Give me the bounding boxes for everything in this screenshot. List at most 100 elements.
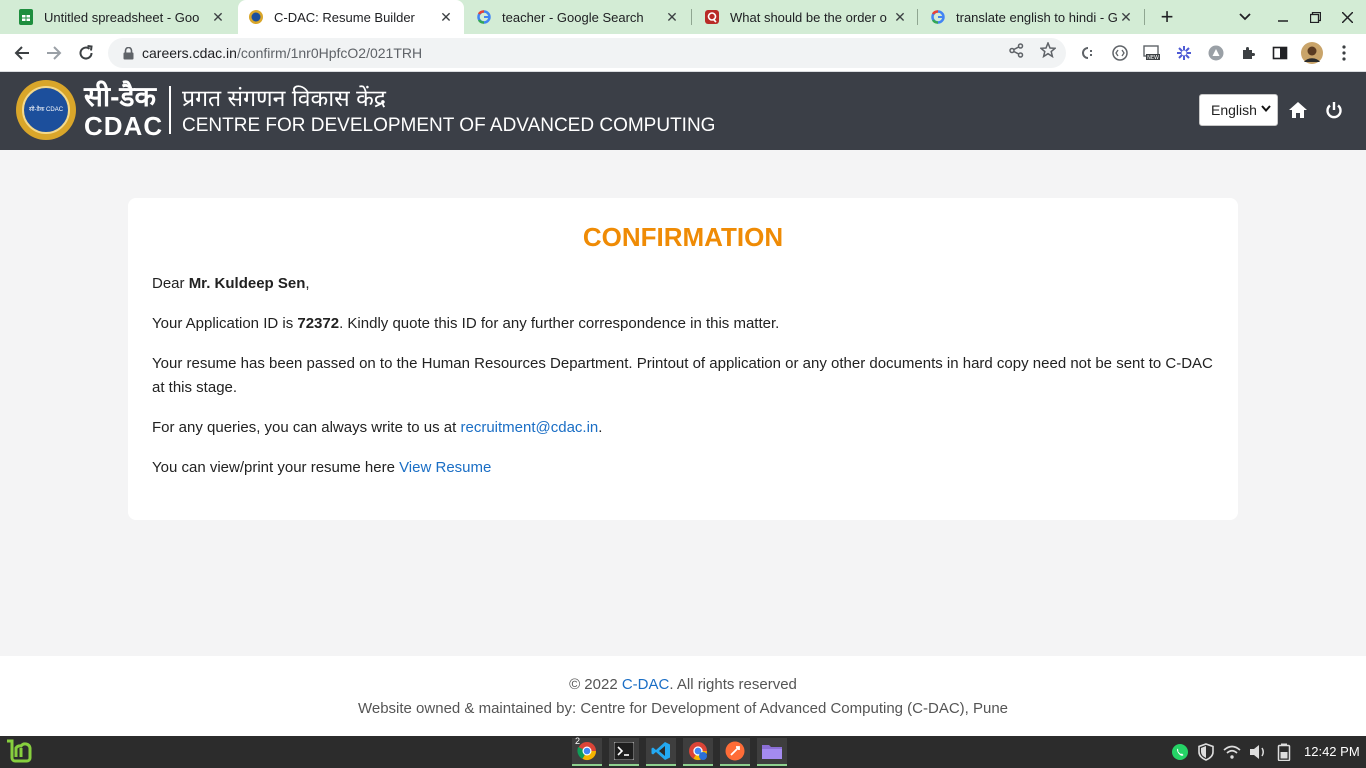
files-folder-taskbar-icon[interactable]	[757, 738, 787, 766]
home-icon[interactable]	[1286, 98, 1310, 122]
copyright-line: © 2022 C-DAC. All rights reserved	[0, 676, 1366, 693]
cdac-favicon-icon	[248, 9, 264, 25]
tab-resume-builder[interactable]: C-DAC: Resume Builder ✕	[238, 0, 464, 34]
extensions-puzzle-icon[interactable]	[1238, 43, 1258, 63]
brand-hindi-logo: सी-डैक	[84, 81, 156, 112]
tab-separator	[691, 9, 692, 25]
new-tab-button[interactable]: +	[1154, 0, 1180, 34]
url-path: /confirm/1nr0HpfcO2/021TRH	[236, 45, 423, 61]
more-menu-icon[interactable]	[1334, 43, 1354, 63]
google-icon	[930, 9, 946, 25]
close-icon[interactable]: ✕	[892, 9, 908, 26]
browser-tab-strip: Untitled spreadsheet - Goo ✕ C-DAC: Resu…	[0, 0, 1366, 34]
cdac-seal-logo[interactable]: सी-डैक CDAC	[16, 80, 76, 140]
side-panel-icon[interactable]	[1270, 43, 1290, 63]
quora-icon	[704, 9, 720, 25]
resume-status-paragraph: Your resume has been passed on to the Hu…	[152, 355, 1213, 396]
tab-title: Untitled spreadsheet - Goo	[44, 9, 200, 25]
sheets-icon	[18, 9, 34, 25]
postman-taskbar-icon[interactable]	[720, 738, 750, 766]
whatsapp-tray-icon[interactable]	[1170, 742, 1190, 762]
greeting-prefix: Dear	[152, 275, 189, 292]
tab-google-search-teacher[interactable]: teacher - Google Search ✕	[466, 0, 690, 34]
extension-triangle-icon[interactable]	[1206, 43, 1226, 63]
restore-icon[interactable]	[1304, 0, 1326, 34]
back-arrow-icon[interactable]	[9, 40, 35, 66]
google-icon	[476, 9, 492, 25]
svg-text:NEW: NEW	[1147, 55, 1159, 61]
query-suffix: .	[598, 419, 603, 436]
view-prefix: You can view/print your resume here	[152, 459, 400, 476]
greeting-paragraph: Dear Mr. Kuldeep Sen,	[152, 272, 1218, 296]
share-icon[interactable]	[1007, 41, 1025, 59]
bookmark-star-icon[interactable]	[1039, 41, 1057, 59]
chrome-profile-taskbar-icon[interactable]	[683, 738, 713, 766]
close-icon[interactable]: ✕	[1118, 9, 1134, 26]
tab-separator	[917, 9, 918, 25]
minimize-icon[interactable]	[1272, 0, 1294, 34]
app-id-suffix: . Kindly quote this ID for any further c…	[339, 315, 780, 332]
battery-tray-icon[interactable]	[1274, 742, 1294, 762]
power-logout-icon[interactable]	[1322, 98, 1346, 122]
volume-tray-icon[interactable]	[1248, 742, 1268, 762]
site-footer: © 2022 C-DAC. All rights reserved Websit…	[0, 656, 1366, 736]
tab-title: translate english to hindi - G	[956, 9, 1118, 25]
org-name-hindi: प्रगत संगणन विकास केंद्र	[182, 85, 386, 111]
candidate-name: Mr. Kuldeep Sen	[188, 275, 306, 292]
application-id: 72372	[297, 315, 340, 332]
rights-text: . All rights reserved	[669, 676, 797, 693]
confirmation-card: CONFIRMATION Dear Mr. Kuldeep Sen, Your …	[128, 198, 1238, 520]
wifi-tray-icon[interactable]	[1222, 742, 1242, 762]
close-icon[interactable]: ✕	[664, 9, 680, 26]
chrome-taskbar-icon[interactable]: 2	[572, 736, 602, 766]
tab-title: What should be the order o	[730, 9, 887, 25]
profile-avatar[interactable]	[1300, 41, 1324, 65]
maintained-by-line: Website owned & maintained by: Centre fo…	[357, 700, 1009, 717]
address-bar[interactable]: careers.cdac.in/confirm/1nr0HpfcO2/021TR…	[108, 38, 1066, 68]
chevron-down-icon	[1261, 103, 1271, 115]
url-text: careers.cdac.in/confirm/1nr0HpfcO2/021TR…	[142, 45, 422, 61]
brand-divider	[169, 86, 171, 134]
vscode-taskbar-icon[interactable]	[646, 738, 676, 766]
copyright-text: © 2022	[569, 676, 622, 693]
browser-toolbar: careers.cdac.in/confirm/1nr0HpfcO2/021TR…	[0, 34, 1366, 72]
tab-spreadsheet[interactable]: Untitled spreadsheet - Goo ✕	[8, 0, 236, 34]
recruitment-email-link[interactable]: recruitment@cdac.in	[460, 419, 598, 436]
application-id-paragraph: Your Application ID is 72372. Kindly quo…	[152, 312, 1218, 336]
extension-code-icon[interactable]	[1110, 43, 1130, 63]
tab-translate[interactable]: translate english to hindi - G ✕	[920, 0, 1144, 34]
seal-inner: सी-डैक CDAC	[22, 86, 70, 134]
page-title: CONFIRMATION	[582, 222, 784, 252]
url-host: careers.cdac.in	[142, 45, 237, 61]
tab-quora[interactable]: What should be the order o ✕	[694, 0, 918, 34]
queries-paragraph: For any queries, you can always write to…	[152, 416, 1218, 440]
forward-arrow-icon[interactable]	[41, 40, 67, 66]
brand-cdac-logo: CDAC	[84, 111, 164, 141]
language-select[interactable]: English	[1199, 94, 1278, 126]
close-icon[interactable]: ✕	[210, 9, 226, 26]
extension-new-icon[interactable]: NEW	[1142, 43, 1162, 63]
window-count-badge: 2	[575, 736, 581, 746]
cdac-footer-link[interactable]: C-DAC	[622, 676, 670, 693]
tab-title: C-DAC: Resume Builder	[274, 9, 415, 25]
extension-cs-icon[interactable]	[1078, 43, 1098, 63]
view-resume-paragraph: You can view/print your resume here View…	[152, 456, 1218, 480]
shield-tray-icon[interactable]	[1196, 742, 1216, 762]
org-name-english: CENTRE FOR DEVELOPMENT OF ADVANCED COMPU…	[182, 115, 716, 136]
query-prefix: For any queries, you can always write to…	[152, 419, 461, 436]
tab-separator	[1144, 9, 1145, 25]
greeting-suffix: ,	[305, 275, 310, 292]
clock[interactable]: 12:42 PM	[1304, 744, 1360, 759]
language-selected-value: English	[1211, 102, 1257, 118]
close-window-icon[interactable]	[1336, 0, 1358, 34]
reload-icon[interactable]	[73, 40, 99, 66]
terminal-taskbar-icon[interactable]	[609, 738, 639, 766]
site-header: सी-डैक CDAC सी-डैक CDAC प्रगत संगणन विका…	[0, 72, 1366, 150]
tab-title: teacher - Google Search	[502, 9, 644, 25]
tab-search-icon[interactable]	[1234, 0, 1256, 34]
extension-flower-icon[interactable]	[1174, 43, 1194, 63]
mint-menu-icon[interactable]	[4, 738, 34, 766]
os-taskbar: 2 12:42 PM	[0, 736, 1366, 768]
close-icon[interactable]: ✕	[438, 9, 454, 26]
view-resume-link[interactable]: View Resume	[399, 459, 491, 476]
